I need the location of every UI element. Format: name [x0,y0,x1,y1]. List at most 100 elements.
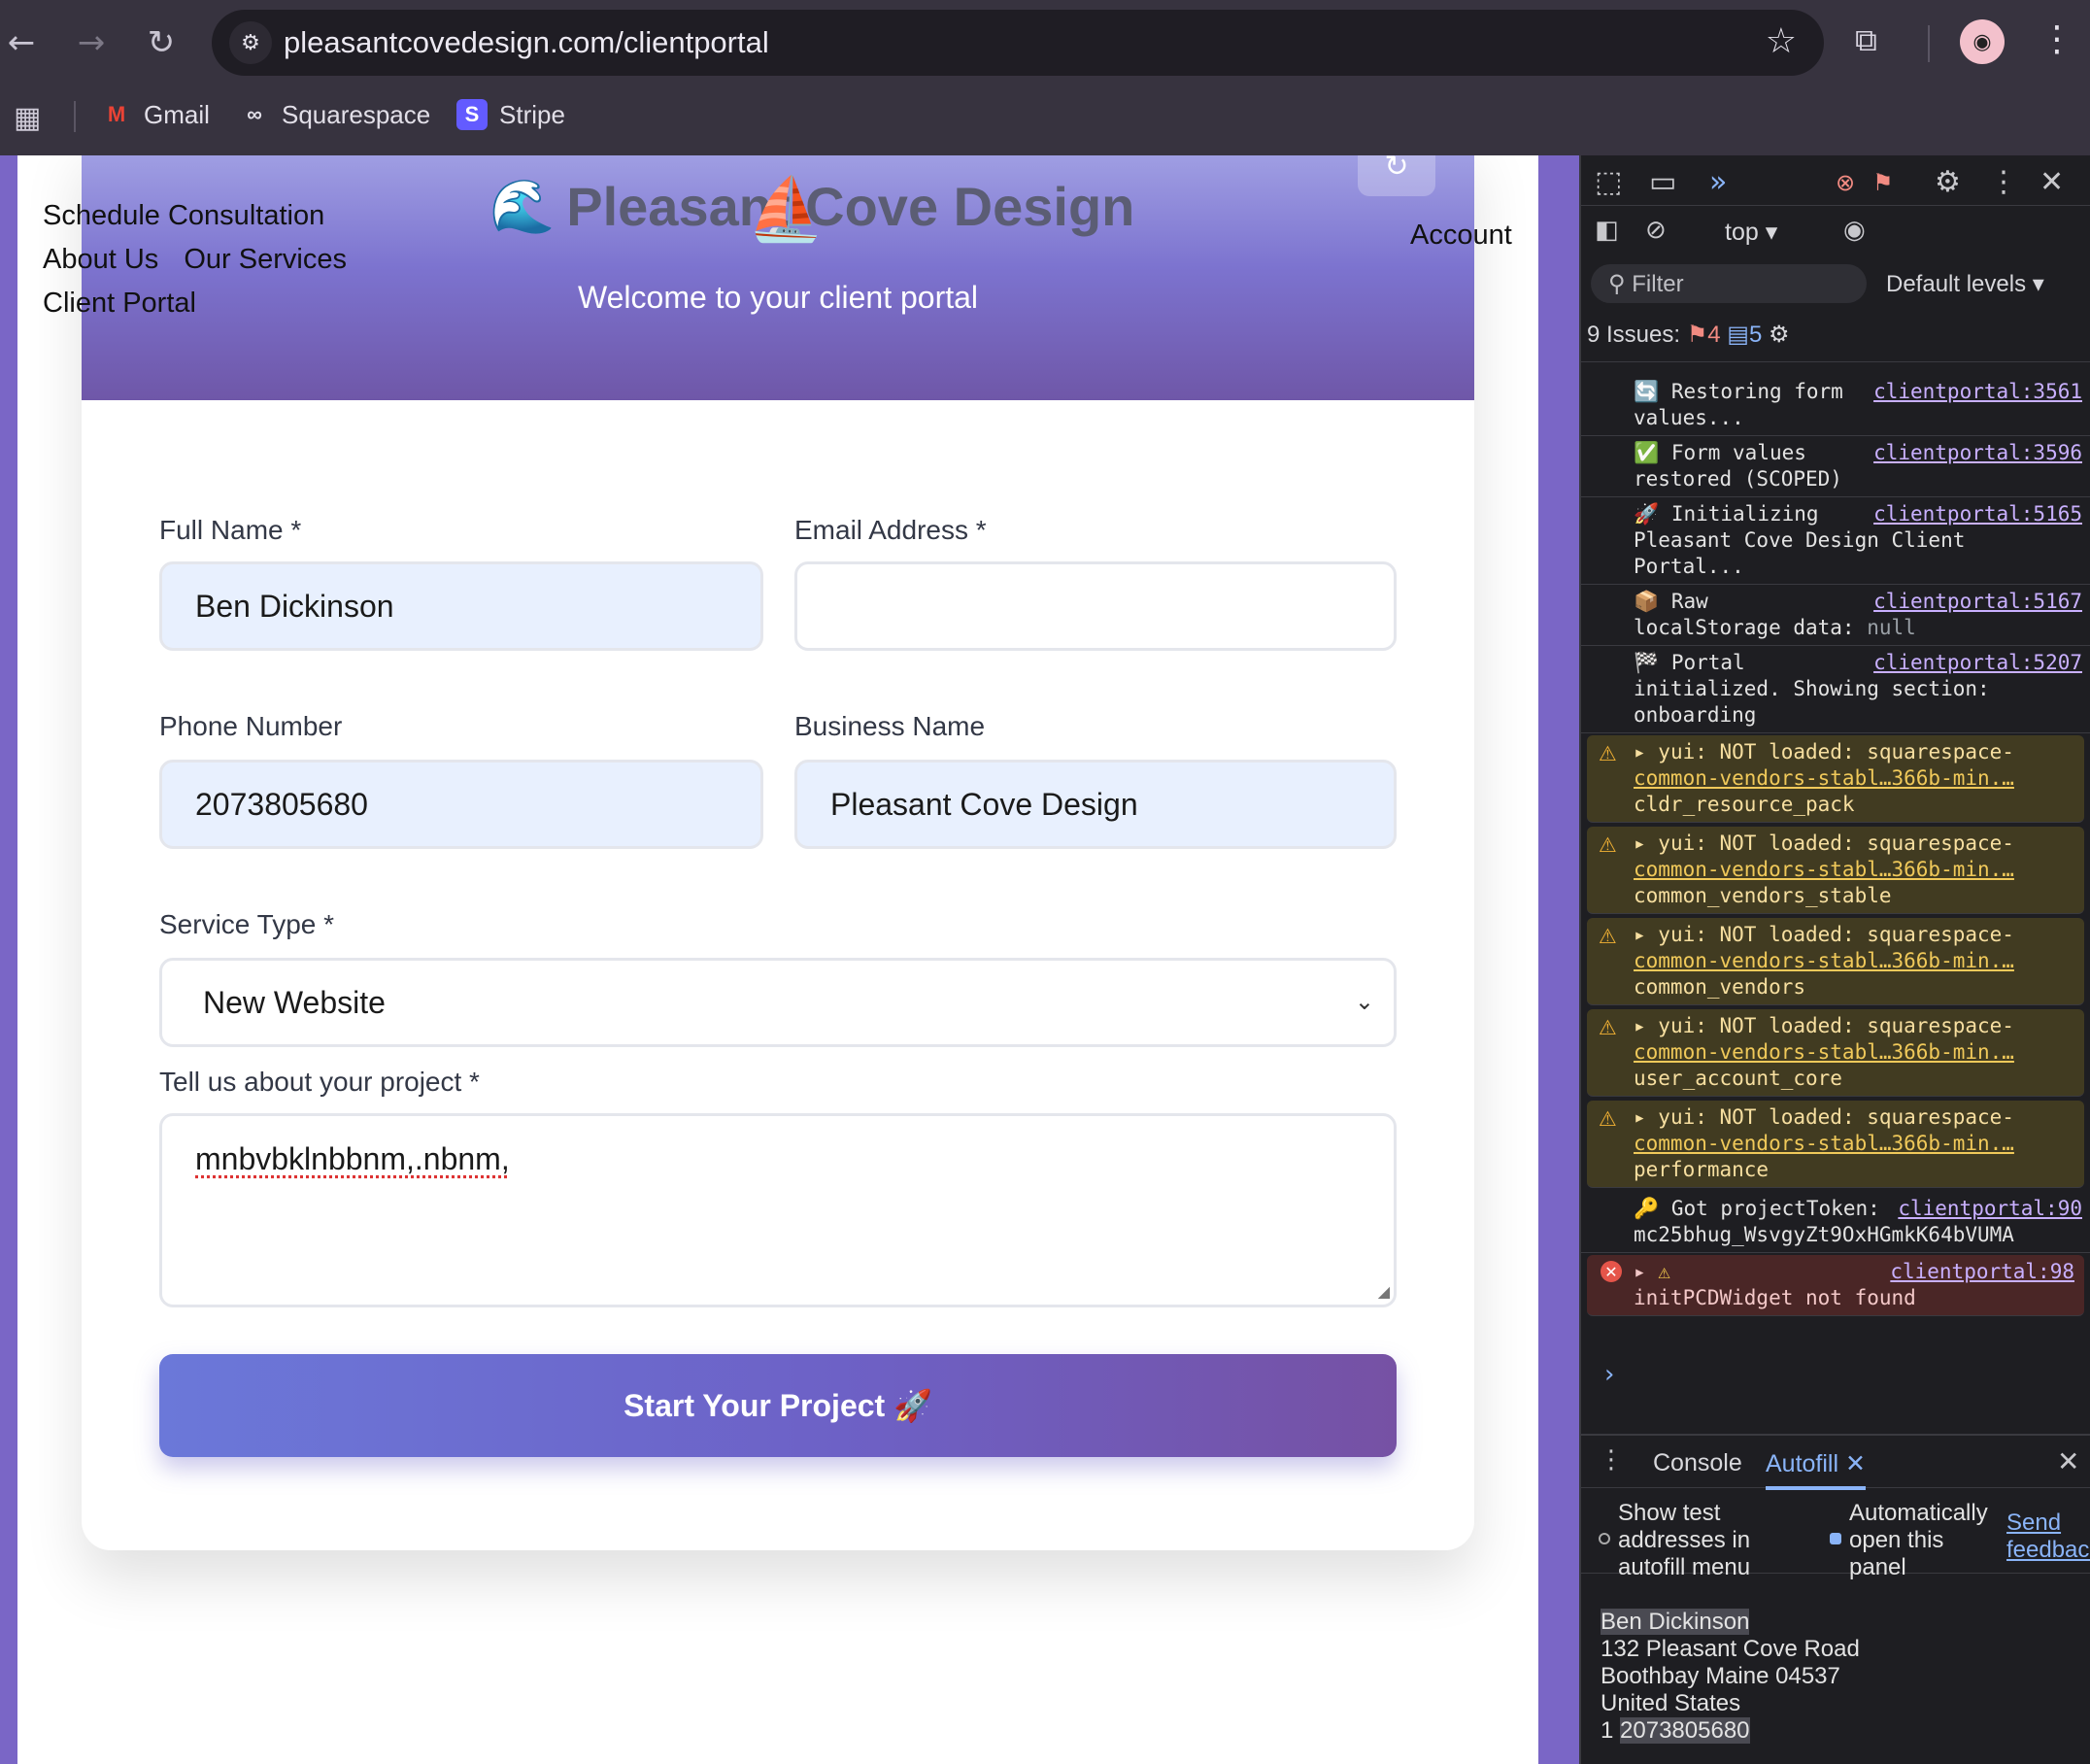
eye-icon[interactable]: ◉ [1843,216,1866,245]
warning-link[interactable]: common-vendors-stabl…366b-min.… [1634,949,2014,972]
sidebar-toggle-icon[interactable]: ◧ [1595,216,1619,245]
console-message: clientportal:3596 ✅ Form values restored … [1581,436,2090,497]
warning-tail: common_vendors_stable [1634,884,1892,907]
drawer-tabbar: ⋮ Console Autofill ✕ ✕ [1581,1434,2090,1490]
log-source-link[interactable]: clientportal:3561 [1873,379,2082,405]
devtools-toolbar: ⬚ ▭ » ⊗ ⚑ ⚙ ⋮ ✕ [1581,155,2090,206]
start-project-button[interactable]: Start Your Project 🚀 [159,1354,1397,1457]
warning-icon: ⚠ [1599,925,1617,948]
filter-icon: ⚲ [1608,271,1633,297]
warning-tail: user_account_core [1634,1067,1842,1090]
page-background-left [0,155,17,1764]
context-select[interactable]: top ▾ [1725,218,1777,247]
devtools-panel: ⬚ ▭ » ⊗ ⚑ ⚙ ⋮ ✕ ◧ ⊘ top ▾ ◉ ⚲ Filter Def… [1579,155,2090,1764]
warning-link[interactable]: common-vendors-stabl…366b-min.… [1634,858,2014,881]
devtools-menu-icon[interactable]: ⋮ [1989,165,2018,199]
log-source-link[interactable]: clientportal:5165 [1873,501,2082,527]
warning-link[interactable]: common-vendors-stabl…366b-min.… [1634,1132,2014,1155]
log-icon: 📦 [1634,590,1660,613]
email-input[interactable] [794,561,1397,651]
show-test-addresses-checkbox[interactable] [1599,1533,1610,1544]
forward-icon[interactable]: → [64,16,118,70]
log-icon: 🚀 [1634,502,1660,526]
nav-our-services[interactable]: Our Services [184,244,347,275]
log-text: Form values restored (SCOPED) [1634,441,1842,491]
close-drawer-icon[interactable]: ✕ [2057,1445,2079,1477]
profile-avatar[interactable]: ◉ [1960,19,2005,64]
more-tabs-icon[interactable]: » [1709,165,1727,199]
address-bar[interactable]: ⚙ pleasantcovedesign.com/clientportal ☆ [212,10,1824,76]
back-icon[interactable]: ← [0,16,49,70]
issues-errors-count: 4 [1707,322,1721,348]
console-warning[interactable]: ⚠ ▸ yui: NOT loaded: squarespace- common-… [1587,735,2084,823]
console-warning[interactable]: ⚠ ▸ yui: NOT loaded: squarespace- common-… [1587,1009,2084,1097]
console-filter-input[interactable]: ⚲ Filter [1591,264,1867,303]
log-source-link[interactable]: clientportal:3596 [1873,440,2082,466]
console-message: clientportal:5167 📦 Raw localStorage data… [1581,585,2090,646]
inspect-element-icon[interactable]: ⬚ [1595,165,1622,199]
site-info-icon[interactable]: ⚙ [229,21,272,64]
settings-gear-icon[interactable]: ⚙ [1935,165,1961,199]
bookmark-squarespace[interactable]: ∞ Squarespace [239,97,430,132]
warning-icon: ⚠ [1599,1107,1617,1131]
refresh-icon[interactable]: ↻ [1358,155,1435,196]
console-prompt-icon[interactable]: › [1604,1360,1614,1389]
full-name-input[interactable]: Ben Dickinson [159,561,763,651]
tab-search-icon[interactable]: ⧉ [1855,21,1877,59]
warning-tail: common_vendors [1634,975,1806,999]
tab-console[interactable]: Console [1653,1449,1742,1477]
browser-menu-icon[interactable]: ⋮ [2039,19,2074,59]
drawer-menu-icon[interactable]: ⋮ [1599,1445,1624,1475]
close-devtools-icon[interactable]: ✕ [2039,165,2064,199]
resize-handle-icon[interactable]: ◢ [1378,1282,1390,1301]
issues-counter[interactable]: 9 Issues: ⚑4 ▤5 ⚙ [1587,321,1790,349]
issues-settings-icon[interactable]: ⚙ [1769,322,1790,348]
warning-text: yui: NOT loaded: squarespace- [1658,740,2014,763]
log-source-link[interactable]: clientportal:98 [1890,1259,2074,1285]
tab-autofill[interactable]: Autofill ✕ [1766,1449,1866,1490]
log-levels-select[interactable]: Default levels ▾ [1886,270,2044,298]
project-textarea[interactable]: mnbvbklnbbnm,.nbnm, ◢ [159,1113,1397,1307]
apps-grid-icon[interactable]: ▦ [14,101,41,135]
phone-input[interactable]: 2073805680 [159,760,763,849]
service-label: Service Type * [159,909,335,939]
chevron-down-icon: ⌄ [1354,988,1374,1015]
nav-schedule-consultation[interactable]: Schedule Consultation [43,200,324,231]
auto-open-checkbox[interactable] [1830,1533,1841,1544]
warning-link[interactable]: common-vendors-stabl…366b-min.… [1634,766,2014,790]
address-street: 132 Pleasant Cove Road [1601,1636,1860,1662]
console-warning[interactable]: ⚠ ▸ yui: NOT loaded: squarespace- common-… [1587,827,2084,914]
log-source-link[interactable]: clientportal:5207 [1873,650,2082,676]
url-text[interactable]: pleasantcovedesign.com/clientportal [284,25,769,60]
reload-icon[interactable]: ↻ [134,16,188,70]
nav-about-us[interactable]: About Us [43,244,158,275]
error-count-icon[interactable]: ⊗ [1836,169,1855,196]
bookmarks-divider [74,101,76,132]
console-warning[interactable]: ⚠ ▸ yui: NOT loaded: squarespace- common-… [1587,1101,2084,1188]
bookmark-gmail[interactable]: M Gmail [101,97,210,132]
log-source-link[interactable]: clientportal:5167 [1873,589,2082,615]
device-toolbar-icon[interactable]: ▭ [1649,165,1676,199]
full-name-value: Ben Dickinson [195,588,394,624]
bookmark-star-icon[interactable]: ☆ [1766,21,1797,61]
bookmark-stripe[interactable]: S Stripe [456,97,565,132]
account-link[interactable]: Account [1410,220,1512,252]
warning-emoji-icon: ⚠ [1658,1260,1670,1283]
console-warning[interactable]: ⚠ ▸ yui: NOT loaded: squarespace- common-… [1587,918,2084,1005]
site-nav: Schedule Consultation About Us Our Servi… [43,194,470,325]
clear-console-icon[interactable]: ⊘ [1645,216,1667,245]
console-error[interactable]: ✕ clientportal:98 ▸ ⚠ initPCDWidget not fo… [1587,1255,2084,1316]
address-phone: 2073805680 [1620,1717,1750,1744]
warning-link[interactable]: common-vendors-stabl…366b-min.… [1634,1040,2014,1064]
nav-client-portal[interactable]: Client Portal [43,288,196,319]
send-feedback-link[interactable]: Send feedback [2006,1510,2090,1564]
close-tab-icon[interactable]: ✕ [1845,1450,1866,1477]
phone-label: Phone Number [159,711,343,741]
warning-tail: cldr_resource_pack [1634,793,1855,816]
issue-flag-icon[interactable]: ⚑ [1872,169,1894,196]
tab-autofill-label: Autofill [1766,1450,1839,1477]
service-select[interactable]: New Website ⌄ [159,958,1397,1047]
business-input[interactable]: Pleasant Cove Design [794,760,1397,849]
portal-card: ↻ 🌊 Pleasant Cove Design ⛵ Welcome to yo… [82,155,1474,1550]
log-source-link[interactable]: clientportal:90 [1898,1196,2082,1222]
